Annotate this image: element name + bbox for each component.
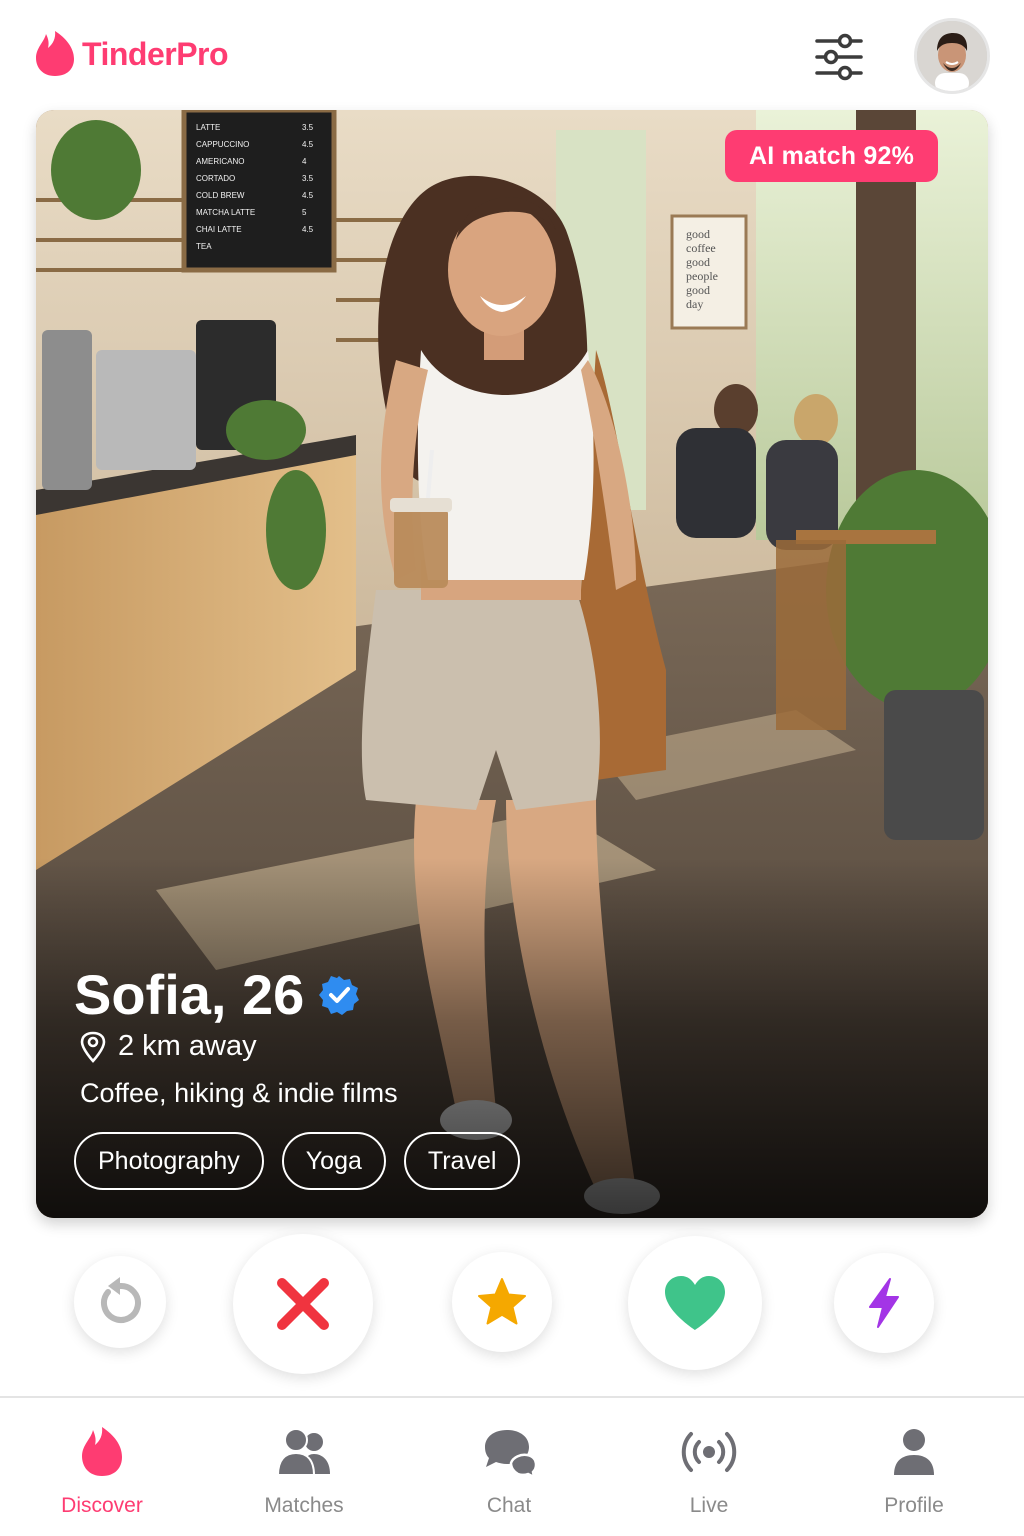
chat-bubbles-icon: [485, 1430, 537, 1477]
svg-text:coffee: coffee: [686, 241, 716, 255]
flame-icon: [82, 1427, 122, 1476]
nav-label-chat: Chat: [486, 1494, 532, 1517]
svg-text:good: good: [686, 227, 710, 241]
app-name: TinderPro: [82, 35, 229, 72]
svg-text:COLD BREW: COLD BREW: [196, 191, 245, 200]
flame-logo-icon: [36, 31, 74, 76]
svg-text:4: 4: [302, 157, 307, 166]
profile-name-age: Sofia, 26: [74, 963, 305, 1026]
ai-match-badge: AI match 92%: [725, 130, 938, 182]
super-like-button[interactable]: [452, 1252, 552, 1352]
user-avatar[interactable]: [914, 18, 990, 94]
heart-icon: [665, 1276, 725, 1330]
svg-text:people: people: [686, 269, 718, 283]
location-pin-icon: [80, 1031, 106, 1063]
profile-card[interactable]: LATTE CAPPUCCINO AMERICANO CORTADO COLD …: [36, 110, 988, 1218]
people-icon: [276, 1428, 330, 1476]
app-logo[interactable]: TinderPro: [34, 30, 229, 78]
star-icon: [478, 1278, 526, 1325]
rewind-button[interactable]: [74, 1256, 166, 1348]
nav-item-matches[interactable]: Matches: [224, 1398, 384, 1536]
close-icon: [277, 1278, 329, 1330]
tag-photography[interactable]: Photography: [74, 1132, 264, 1190]
svg-text:3.5: 3.5: [302, 123, 314, 132]
sliders-icon: [815, 33, 863, 81]
broadcast-icon: [681, 1432, 737, 1472]
svg-text:good: good: [686, 255, 710, 269]
person-icon: [894, 1429, 934, 1475]
nav-label-profile: Profile: [884, 1494, 944, 1517]
nav-label-discover: Discover: [61, 1494, 143, 1517]
rewind-icon: [101, 1277, 141, 1323]
avatar-image: [917, 21, 987, 91]
profile-name-row: Sofia, 26: [74, 962, 360, 1027]
nope-button[interactable]: [233, 1234, 373, 1374]
nav-item-live[interactable]: Live: [629, 1398, 789, 1536]
tag-yoga[interactable]: Yoga: [281, 1132, 386, 1190]
svg-text:TEA: TEA: [196, 242, 212, 251]
filter-button[interactable]: [810, 28, 868, 86]
svg-text:LATTE: LATTE: [196, 123, 220, 132]
nav-item-discover[interactable]: Discover: [22, 1398, 182, 1536]
app-header: TinderPro: [0, 0, 1024, 110]
tag-travel[interactable]: Travel: [403, 1132, 521, 1190]
like-button[interactable]: [628, 1236, 762, 1370]
verified-badge-icon: [319, 975, 360, 1015]
svg-text:4.5: 4.5: [302, 225, 314, 234]
svg-text:4.5: 4.5: [302, 140, 314, 149]
svg-text:4.5: 4.5: [302, 191, 314, 200]
svg-text:MATCHA LATTE: MATCHA LATTE: [196, 208, 255, 217]
svg-text:good: good: [686, 283, 710, 297]
bottom-navigation: Discover Matches Chat Live Profile: [0, 1396, 1024, 1536]
nav-label-live: Live: [689, 1494, 729, 1517]
svg-text:day: day: [686, 297, 703, 311]
svg-text:CHAI LATTE: CHAI LATTE: [196, 225, 242, 234]
svg-text:5: 5: [302, 208, 307, 217]
lightning-icon: [869, 1278, 899, 1328]
nav-label-matches: Matches: [264, 1494, 344, 1517]
interest-tags: Photography Yoga Travel: [74, 1132, 521, 1190]
distance-row: 2 km away: [80, 1030, 257, 1063]
nav-item-profile[interactable]: Profile: [834, 1398, 994, 1536]
boost-button[interactable]: [834, 1253, 934, 1353]
distance-text: 2 km away: [118, 1030, 257, 1062]
svg-text:CORTADO: CORTADO: [196, 174, 235, 183]
svg-text:CAPPUCCINO: CAPPUCCINO: [196, 140, 249, 149]
profile-bio: Coffee, hiking & indie films: [80, 1078, 398, 1108]
svg-text:AMERICANO: AMERICANO: [196, 157, 244, 166]
svg-text:3.5: 3.5: [302, 174, 314, 183]
nav-item-chat[interactable]: Chat: [429, 1398, 589, 1536]
